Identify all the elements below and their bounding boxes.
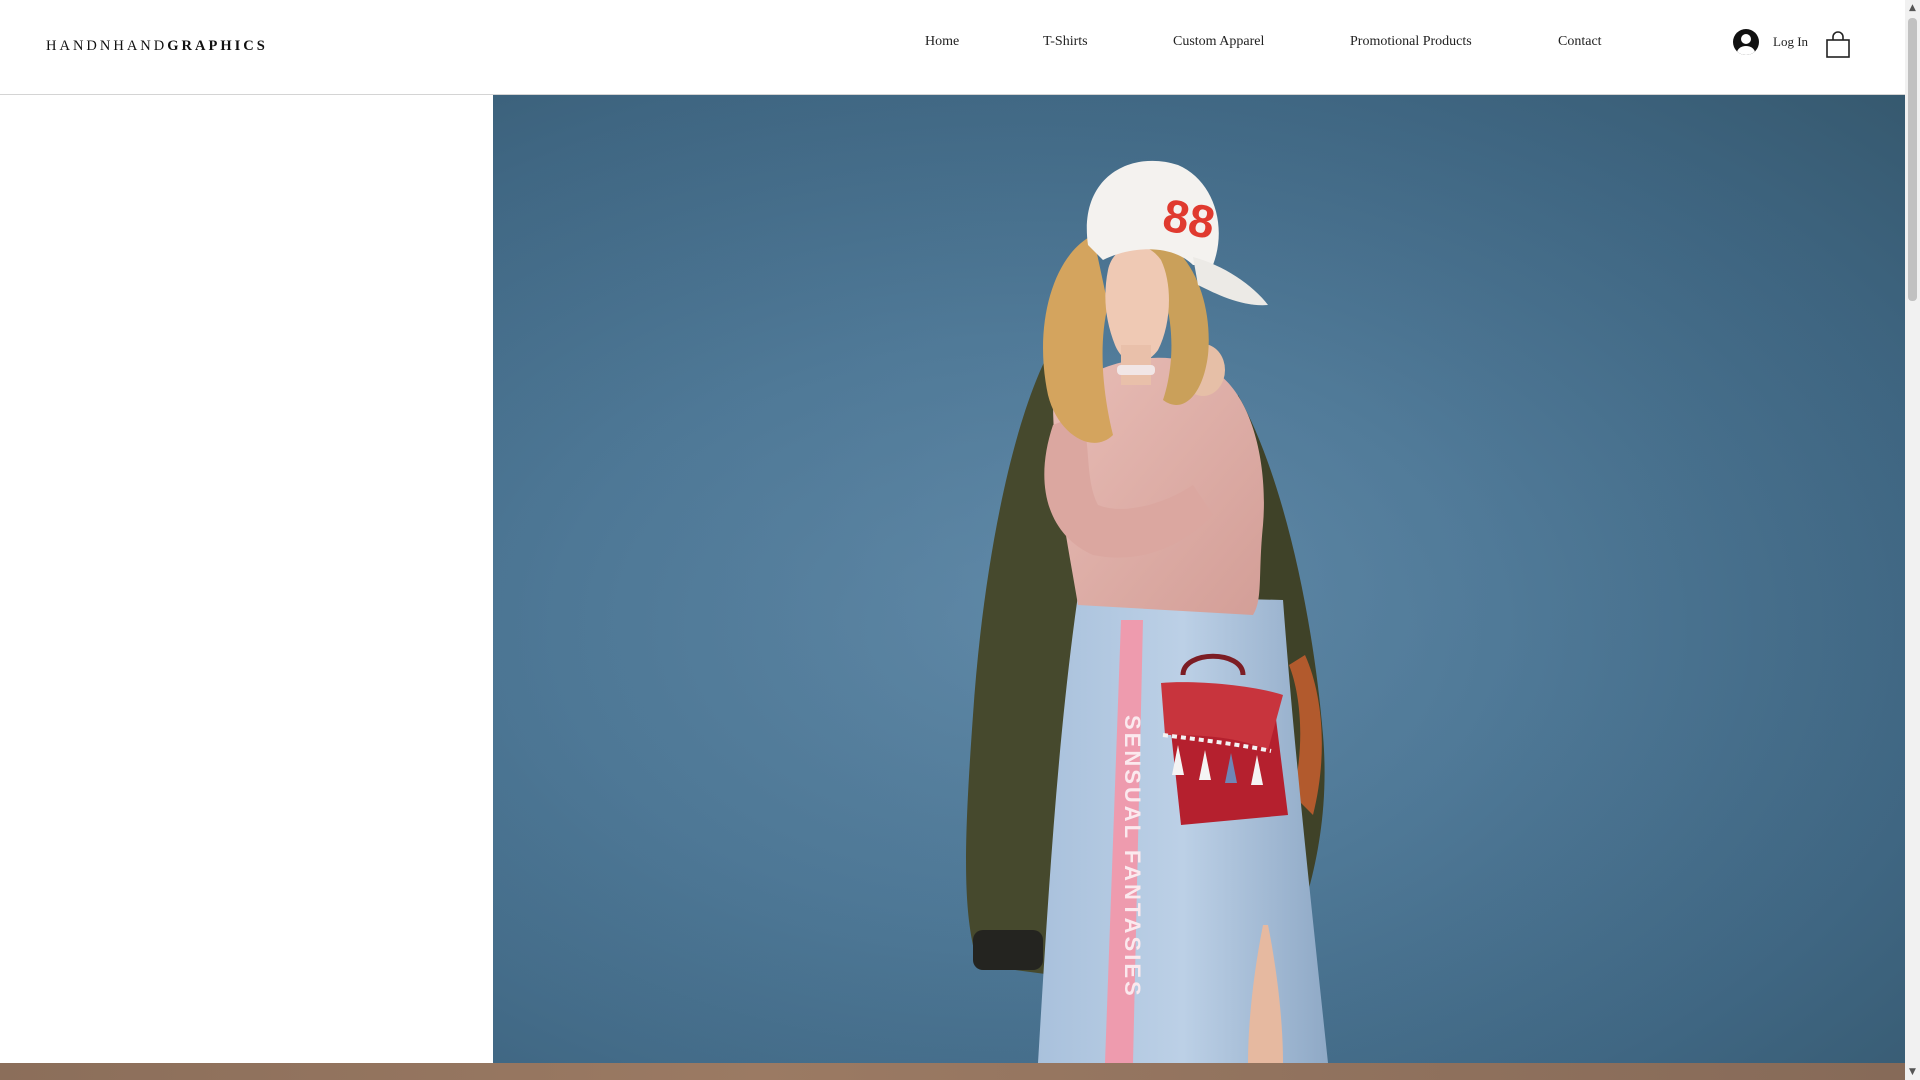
scroll-down-arrow-icon[interactable]: ▼ — [1905, 1064, 1920, 1080]
cart-button[interactable] — [1824, 30, 1852, 60]
scroll-thumb[interactable] — [1908, 18, 1917, 301]
login-button[interactable]: Log In — [1733, 27, 1808, 57]
site-logo[interactable]: HANDNHANDGRAPHICS — [46, 38, 268, 55]
nav-item-promotional-products[interactable]: Promotional Products — [1350, 34, 1472, 50]
cap-text: 88 — [1159, 189, 1218, 249]
nav-item-t-shirts[interactable]: T-Shirts — [1043, 34, 1088, 50]
user-avatar-icon — [1733, 29, 1759, 55]
logo-text-bold: GRAPHICS — [167, 38, 268, 54]
vertical-scrollbar[interactable]: ▲ ▼ — [1905, 0, 1920, 1080]
site-header: HANDNHANDGRAPHICS Home T-Shirts Custom A… — [0, 0, 1905, 95]
scroll-up-arrow-icon[interactable]: ▲ — [1905, 0, 1920, 16]
next-section-band — [0, 1063, 1905, 1080]
hero-image: SENSUAL FANTASIES 88 — [493, 95, 1905, 1063]
nav-item-home[interactable]: Home — [925, 34, 959, 50]
page: HANDNHANDGRAPHICS Home T-Shirts Custom A… — [0, 0, 1905, 1080]
nav-item-contact[interactable]: Contact — [1558, 34, 1602, 50]
login-label: Log In — [1773, 34, 1809, 49]
skirt-stripe-text: SENSUAL FANTASIES — [1120, 715, 1145, 999]
logo-text-light: HANDNHAND — [46, 38, 168, 54]
hero-left-panel — [0, 95, 493, 1063]
nav-item-custom-apparel[interactable]: Custom Apparel — [1173, 34, 1264, 50]
shopping-bag-icon — [1826, 31, 1850, 58]
